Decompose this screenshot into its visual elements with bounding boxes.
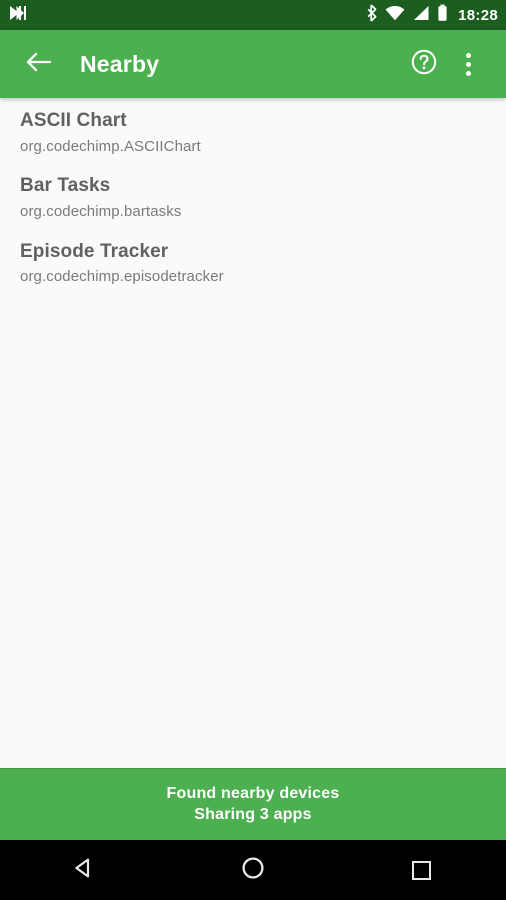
back-triangle-icon [72,856,96,885]
list-item[interactable]: Bar Tasks org.codechimp.bartasks [0,163,506,228]
nav-recents-button[interactable] [337,840,506,900]
banner-line-primary: Found nearby devices [166,785,340,802]
status-clock: 18:28 [458,6,498,24]
app-package: org.codechimp.bartasks [20,203,182,220]
android-navigation-bar [0,840,506,900]
recents-square-icon [412,860,432,880]
status-icons-area: 18:28 [365,3,498,27]
wifi-icon [385,5,405,26]
status-banner: Found nearby devices Sharing 3 apps [0,768,506,840]
cellular-signal-icon [412,5,430,26]
app-name: ASCII Chart [20,110,127,131]
phone-screen: 18:28 Nearby ASCII Chart org.codechimp.A… [0,0,506,900]
help-button[interactable] [402,42,446,86]
help-icon [410,48,438,81]
list-item[interactable]: ASCII Chart org.codechimp.ASCIIChart [0,98,506,163]
battery-icon [437,4,448,27]
back-arrow-icon [25,51,52,78]
nearby-apps-list: ASCII Chart org.codechimp.ASCIIChart Bar… [0,98,506,768]
nav-back-button[interactable] [0,840,169,900]
more-options-button[interactable] [446,42,490,86]
bluetooth-icon [365,3,378,27]
home-circle-icon [241,856,265,885]
status-notification-area [8,4,28,27]
list-item[interactable]: Episode Tracker org.codechimp.episodetra… [0,229,506,294]
app-name: Bar Tasks [20,175,111,197]
app-package: org.codechimp.ASCIIChart [20,137,201,155]
nav-home-button[interactable] [169,840,338,900]
app-package: org.codechimp.episodetracker [20,268,224,286]
app-name: Episode Tracker [20,240,169,262]
banner-line-secondary: Sharing 3 apps [194,806,312,823]
back-button[interactable] [16,42,60,86]
app-toolbar: Nearby [0,30,506,98]
skip-next-icon [8,4,28,27]
more-options-icon [465,52,471,76]
status-bar: 18:28 [0,0,506,30]
page-title: Nearby [80,50,160,77]
